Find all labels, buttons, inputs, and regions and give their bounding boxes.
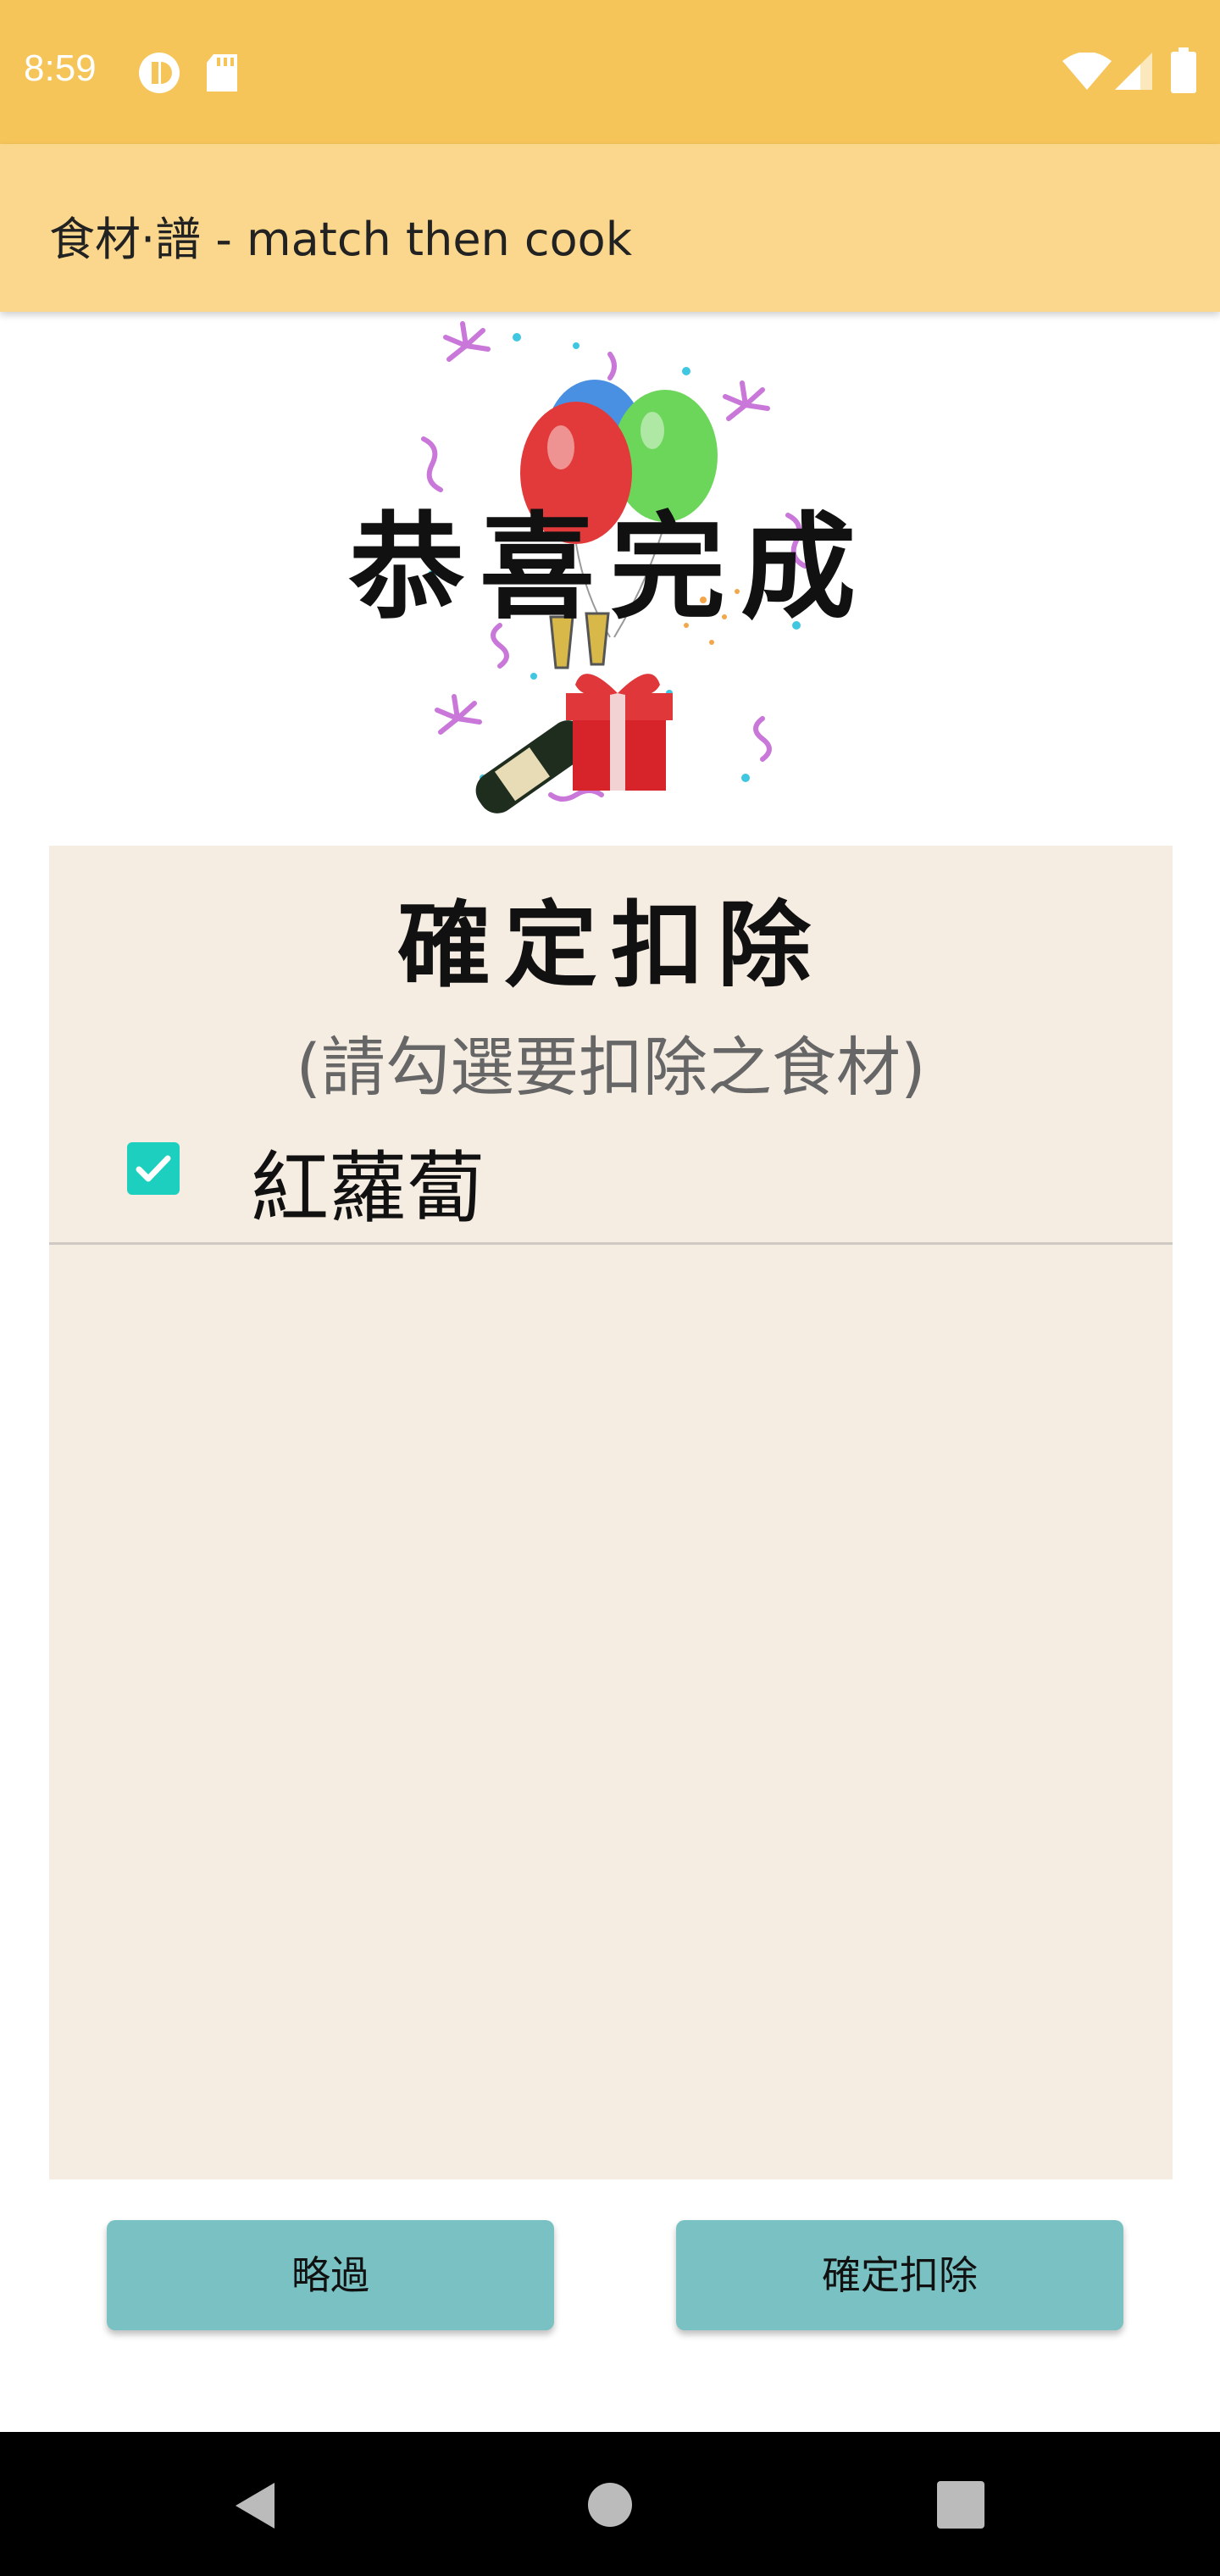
nav-bar bbox=[0, 2432, 1220, 2576]
app-title: 食材·譜 - match then cook bbox=[49, 213, 632, 266]
battery-icon bbox=[1171, 47, 1196, 93]
confirm-deduct-button[interactable]: 確定扣除 bbox=[676, 2220, 1123, 2330]
deduct-panel-subtitle: (請勾選要扣除之食材) bbox=[296, 1030, 926, 1105]
cell-signal-icon bbox=[1115, 53, 1152, 90]
celebration-title: 恭喜完成 bbox=[349, 502, 871, 636]
wifi-icon bbox=[1062, 53, 1112, 90]
list-item[interactable]: 紅蘿蔔 bbox=[49, 1117, 1173, 1245]
status-bar: 8:59 bbox=[0, 0, 1220, 144]
ingredient-label: 紅蘿蔔 bbox=[251, 1143, 485, 1234]
app-notification-icon bbox=[139, 53, 180, 93]
back-icon[interactable] bbox=[229, 2478, 285, 2534]
deduct-panel-title: 確定扣除 bbox=[397, 891, 824, 1000]
home-icon[interactable] bbox=[586, 2481, 634, 2529]
recents-icon[interactable] bbox=[937, 2481, 984, 2529]
app-bar: 食材·譜 - match then cook bbox=[0, 144, 1220, 312]
status-time: 8:59 bbox=[24, 47, 97, 89]
skip-button[interactable]: 略過 bbox=[107, 2220, 554, 2330]
ingredient-checkbox[interactable] bbox=[127, 1142, 180, 1195]
deduct-panel: 確定扣除 (請勾選要扣除之食材) 紅蘿蔔 bbox=[49, 846, 1173, 2179]
sd-card-icon bbox=[207, 54, 237, 92]
check-icon bbox=[136, 1155, 171, 1182]
